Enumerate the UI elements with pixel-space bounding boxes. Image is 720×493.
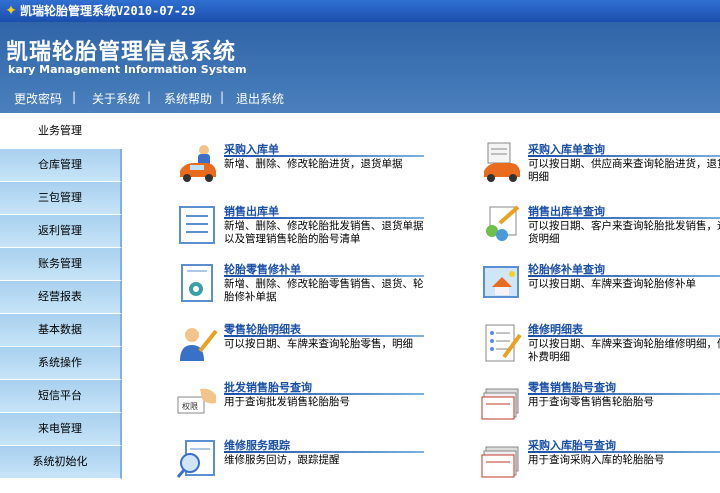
- entry-repair-detail[interactable]: 维修明细表 可以按日期、车牌来查询轮胎维修明细，修补费明细: [480, 321, 720, 377]
- menu-separator: |: [72, 90, 77, 104]
- title-bar: ✦ 凯瑞轮胎管理系统V2010-07-29: [0, 0, 720, 22]
- sidebar-item-warehouse[interactable]: 仓库管理: [0, 149, 122, 182]
- people-pencil-icon: [486, 205, 520, 241]
- window-title: 凯瑞轮胎管理系统V2010-07-29: [20, 4, 196, 18]
- entry-description: 可以按日期、客户来查询轮胎批发销售，退货明细: [528, 220, 720, 245]
- entry-description: 可以按日期、车牌来查询轮胎零售，明细: [224, 338, 413, 350]
- stacked-papers-icon: [481, 446, 519, 478]
- title-underline: [528, 335, 720, 337]
- sidebar-item-calls[interactable]: 来电管理: [0, 413, 122, 446]
- entry-wholesale-tire-query[interactable]: 权限 批发销售胎号查询 用于查询批发销售轮胎胎号: [176, 379, 436, 435]
- title-underline: [224, 155, 424, 157]
- car-person-icon: [180, 145, 216, 182]
- car-document-icon: [484, 142, 520, 182]
- sidebar-item-rebate[interactable]: 返利管理: [0, 215, 122, 248]
- title-underline: [224, 217, 424, 219]
- menu-change-password[interactable]: 更改密码: [14, 90, 62, 107]
- entry-retail-tire-query[interactable]: 零售销售胎号查询 用于查询零售销售轮胎胎号: [480, 379, 720, 435]
- entry-description: 可以按日期、车牌来查询轮胎修补单: [528, 278, 696, 290]
- sidebar-item-base-data[interactable]: 基本数据: [0, 314, 122, 347]
- entry-retail-detail[interactable]: 零售轮胎明细表 可以按日期、车牌来查询轮胎零售，明细: [176, 321, 436, 377]
- title-underline: [528, 393, 720, 395]
- entry-purchase-inbound-query[interactable]: 采购入库单查询 可以按日期、供应商来查询轮胎进货，退货明细: [480, 141, 720, 197]
- title-underline: [224, 335, 424, 337]
- entry-retail-repair[interactable]: 轮胎零售修补单 新增、删除、修改轮胎零售销售、退货、轮胎修补单据: [176, 261, 436, 317]
- sidebar-item-sms[interactable]: 短信平台: [0, 380, 122, 413]
- svg-text:权限: 权限: [182, 401, 198, 411]
- menu-about[interactable]: 关于系统: [92, 90, 140, 107]
- entry-service-tracking[interactable]: 维修服务跟踪 维修服务回访，跟踪提醒: [176, 437, 436, 493]
- entry-purchase-inbound[interactable]: 采购入库单 新增、删除、修改轮胎进货，退货单据: [176, 141, 436, 197]
- header-banner: 凯瑞轮胎管理信息系统 kary Management Information S…: [0, 22, 720, 113]
- entry-description: 新增、删除、修改轮胎批发销售、退货单据以及管理销售轮胎的胎号清单: [224, 220, 424, 245]
- stacked-papers-icon: [481, 388, 519, 420]
- entry-description: 可以按日期、车牌来查询轮胎维修明细，修补费明细: [528, 338, 720, 363]
- entry-repair-query[interactable]: 轮胎修补单查询 可以按日期、车牌来查询轮胎修补单: [480, 261, 720, 317]
- sidebar: 业务管理 仓库管理 三包管理 返利管理 账务管理 经营报表 基本数据 系统操作 …: [0, 113, 122, 492]
- menu-separator: |: [220, 90, 225, 104]
- entry-description: 用于查询采购入库的轮胎胎号: [528, 454, 665, 466]
- repair-document-icon: [181, 264, 213, 302]
- checklist-pencil-icon: [485, 324, 522, 362]
- system-title: 凯瑞轮胎管理信息系统: [6, 40, 237, 65]
- entry-description: 新增、删除、修改轮胎进货，退货单据: [224, 158, 403, 170]
- person-pencil-icon: [180, 328, 218, 361]
- sidebar-item-system-ops[interactable]: 系统操作: [0, 347, 122, 380]
- menu-help[interactable]: 系统帮助: [164, 90, 212, 107]
- sidebar-item-business[interactable]: 业务管理: [0, 115, 120, 148]
- system-subtitle: kary Management Information System: [8, 63, 247, 76]
- entry-purchase-tire-query[interactable]: 采购入库胎号查询 用于查询采购入库的轮胎胎号: [480, 437, 720, 493]
- entry-sales-outbound[interactable]: 销售出库单 新增、删除、修改轮胎批发销售、退货单据以及管理销售轮胎的胎号清单: [176, 203, 436, 259]
- sidebar-item-accounts[interactable]: 账务管理: [0, 248, 122, 281]
- hand-card-icon: 权限: [177, 388, 216, 414]
- entry-description: 新增、删除、修改轮胎零售销售、退货、轮胎修补单据: [224, 278, 424, 303]
- entry-description: 可以按日期、供应商来查询轮胎进货，退货明细: [528, 158, 720, 183]
- main-content: 采购入库单 新增、删除、修改轮胎进货，退货单据 采购入库单查询 可以按日期、供应…: [122, 113, 720, 492]
- menu-separator: |: [147, 90, 152, 104]
- title-underline: [224, 451, 424, 453]
- magnifier-document-icon: [176, 440, 215, 478]
- sidebar-item-reports[interactable]: 经营报表: [0, 281, 122, 314]
- title-underline: [528, 451, 720, 453]
- entry-description: 维修服务回访，跟踪提醒: [224, 454, 340, 466]
- entry-description: 用于查询零售销售轮胎胎号: [528, 396, 654, 408]
- entry-sales-outbound-query[interactable]: 销售出库单查询 可以按日期、客户来查询轮胎批发销售，退货明细: [480, 203, 720, 259]
- title-underline: [224, 275, 424, 277]
- title-underline: [528, 217, 720, 219]
- house-picture-icon: [483, 266, 519, 298]
- menu-exit[interactable]: 退出系统: [236, 90, 284, 107]
- entry-description: 用于查询批发销售轮胎胎号: [224, 396, 350, 408]
- sidebar-item-warranty[interactable]: 三包管理: [0, 182, 122, 215]
- title-underline: [528, 275, 720, 277]
- title-underline: [528, 155, 720, 157]
- app-logo-icon: ✦: [5, 3, 17, 19]
- title-underline: [224, 393, 424, 395]
- sidebar-item-init[interactable]: 系统初始化: [0, 446, 122, 479]
- list-document-icon: [179, 206, 215, 244]
